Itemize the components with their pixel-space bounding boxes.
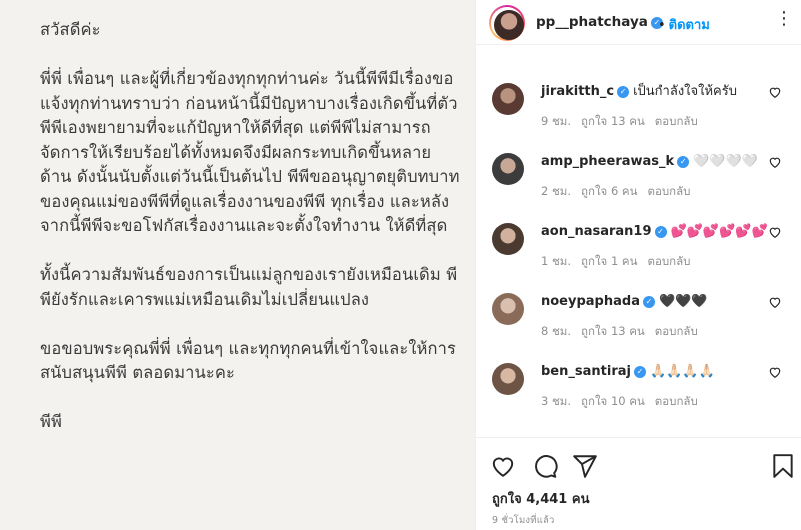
letter-text: สวัสดีค่ะ พี่พี่ เพื่อนๆ และผู้ที่เกี่ยว… [40, 18, 460, 459]
reply-button[interactable]: ตอบกลับ [647, 254, 690, 268]
comment-username[interactable]: amp_pheerawas_k [541, 154, 674, 169]
heart-icon[interactable] [768, 225, 782, 239]
comment-text: เป็นกำลังใจให้ครับ [633, 84, 737, 99]
verified-badge-icon: ✓ [642, 296, 655, 308]
reply-button[interactable]: ตอบกลับ [655, 394, 698, 408]
comment-username[interactable]: jirakitth_c [541, 84, 614, 99]
reply-button[interactable]: ตอบกลับ [655, 114, 698, 128]
comment-like-count[interactable]: ถูกใจ 13 คน [581, 114, 645, 128]
author-username-text[interactable]: pp__phatchaya [536, 14, 648, 30]
comment-like-count[interactable]: ถูกใจ 1 คน [581, 254, 637, 268]
comment-item: aon_nasaran19 ✓ 💕💕💕💕💕💕 1 ชม. ถูกใจ 1 คน ตอบก… [476, 223, 801, 293]
letter-paragraph-1: พี่พี่ เพื่อนๆ และผู้ที่เกี่ยวข้องทุกทุก… [40, 69, 460, 235]
reply-button[interactable]: ตอบกลับ [655, 324, 698, 338]
post-actions: ถูกใจ 4,441 คน 9 ชั่วโมงที่แล้ว [476, 437, 801, 530]
comments-list[interactable]: jirakitth_c ✓ เป็นกำลังใจให้ครับ 9 ชม. ถูกใ… [476, 45, 801, 437]
story-ring[interactable] [489, 5, 525, 41]
verified-badge-icon: ✓ [633, 366, 646, 378]
avatar[interactable] [492, 223, 524, 255]
comment-username[interactable]: aon_nasaran19 [541, 224, 652, 239]
heart-icon[interactable] [768, 365, 782, 379]
instagram-post-window: สวัสดีค่ะ พี่พี่ เพื่อนๆ และผู้ที่เกี่ยว… [0, 0, 801, 530]
comment-item: amp_pheerawas_k ✓ 🤍🤍🤍🤍 2 ชม. ถูกใจ 6 คน ตอบก… [476, 153, 801, 223]
follow-label[interactable]: ติดตาม [669, 18, 710, 33]
letter-signature: พีพี [40, 412, 62, 431]
comment-time[interactable]: 1 ชม. [541, 254, 571, 268]
avatar[interactable] [492, 153, 524, 185]
comment-like-count[interactable]: ถูกใจ 10 คน [581, 394, 645, 408]
post-timestamp[interactable]: 9 ชั่วโมงที่แล้ว [492, 513, 555, 528]
comment-text: 🙏🏻🙏🏻🙏🏻🙏🏻 [649, 364, 715, 379]
comment-time[interactable]: 8 ชม. [541, 324, 571, 338]
comment-item: ben_santiraj ✓ 🙏🏻🙏🏻🙏🏻🙏🏻 3 ชม. ถูกใจ 10 คน ตอ… [476, 363, 801, 433]
heart-icon[interactable] [768, 295, 782, 309]
comment-time[interactable]: 3 ชม. [541, 394, 571, 408]
verified-badge-icon: ✓ [654, 226, 667, 238]
letter-paragraph-3: ขอขอบพระคุณพี่พี่ เพื่อนๆ และทุกทุกคนที่… [40, 338, 456, 383]
comment-item: noeypaphada ✓ 🖤🖤🖤 8 ชม. ถูกใจ 13 คน ตอบกลับ [476, 293, 801, 363]
avatar[interactable] [494, 10, 524, 40]
comment-username[interactable]: ben_santiraj [541, 364, 631, 379]
post-sidebar: pp__phatchaya ✓ • ติดตาม ⋮ jirakitth_c ✓ เป็… [475, 0, 801, 530]
post-image: สวัสดีค่ะ พี่พี่ เพื่อนๆ และผู้ที่เกี่ยว… [0, 0, 475, 530]
avatar[interactable] [492, 363, 524, 395]
comment-item: jirakitth_c ✓ เป็นกำลังใจให้ครับ 9 ชม. ถูกใ… [476, 83, 801, 153]
more-options-icon[interactable]: ⋮ [775, 8, 793, 32]
verified-badge-icon: ✓ [617, 86, 630, 98]
share-icon[interactable] [572, 453, 598, 479]
save-bookmark-icon[interactable] [770, 453, 796, 479]
comment-time[interactable]: 9 ชม. [541, 114, 571, 128]
post-header: pp__phatchaya ✓ • ติดตาม ⋮ [476, 0, 801, 45]
comment-text: 💕💕💕💕💕💕 [670, 224, 768, 239]
like-count[interactable]: ถูกใจ 4,441 คน [492, 488, 589, 509]
comment-time[interactable]: 2 ชม. [541, 184, 571, 198]
comment-like-count[interactable]: ถูกใจ 6 คน [581, 184, 637, 198]
letter-paragraph-2: ทั้งนี้ความสัมพันธ์ของการเป็นแม่ลูกของเร… [40, 265, 458, 309]
avatar[interactable] [492, 83, 524, 115]
author-username[interactable]: pp__phatchaya ✓ [536, 14, 663, 30]
heart-icon[interactable] [768, 85, 782, 99]
follow-button[interactable]: • ติดตาม [658, 14, 710, 35]
comment-like-count[interactable]: ถูกใจ 13 คน [581, 324, 645, 338]
comment-icon[interactable] [532, 453, 558, 479]
comment-text: 🤍🤍🤍🤍 [693, 154, 758, 169]
avatar[interactable] [492, 293, 524, 325]
letter-greeting: สวัสดีค่ะ [40, 20, 101, 39]
comment-username[interactable]: noeypaphada [541, 294, 640, 309]
reply-button[interactable]: ตอบกลับ [647, 184, 690, 198]
heart-icon[interactable] [768, 155, 782, 169]
verified-badge-icon: ✓ [677, 156, 690, 168]
comment-text: 🖤🖤🖤 [658, 294, 708, 309]
separator-dot: • [658, 18, 666, 33]
like-heart-icon[interactable] [490, 453, 516, 479]
